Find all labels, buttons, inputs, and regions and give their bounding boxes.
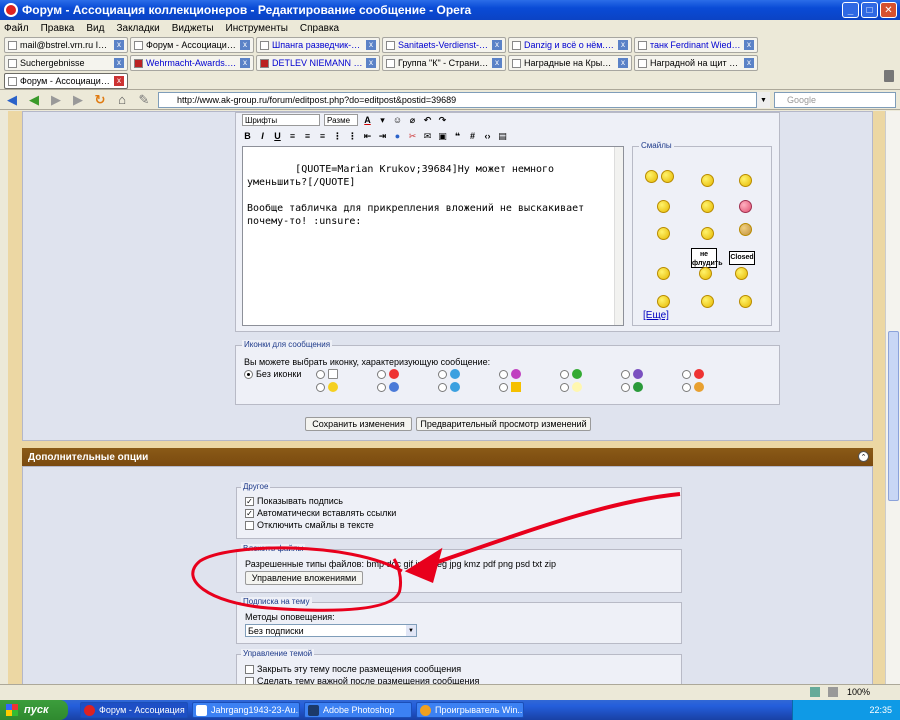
page-icon	[260, 40, 269, 50]
tab-gruppa-k[interactable]: Группа "К" - Страница ... x	[382, 55, 506, 71]
page-icon	[386, 58, 395, 68]
page-icon	[512, 40, 521, 50]
page-icon	[638, 40, 647, 50]
menu-edit[interactable]: Правка	[41, 23, 75, 34]
menu-bar: Файл Правка Вид Закладки Виджеты Инструм…	[0, 20, 900, 36]
page-icon	[386, 40, 395, 50]
task-jahrgang[interactable]: Jahrgang1943-23-Au...	[192, 702, 300, 718]
tab-forum[interactable]: Форум - Ассоциация ко...x	[130, 37, 254, 53]
tab-close-icon[interactable]: x	[618, 40, 628, 50]
flag-icon	[134, 58, 143, 68]
address-url: http://www.ak-group.ru/forum/editpost.ph…	[177, 95, 457, 105]
fast-forward-icon[interactable]: ▶	[70, 92, 86, 108]
tab-close-icon[interactable]: x	[114, 58, 124, 68]
tab-suchergebnisse[interactable]: Suchergebnisse x	[4, 55, 128, 71]
navigation-toolbar: ◀ ◀ ▶ ▶ ↻ ⌂ ✎ http://www.ak-group.ru/for…	[0, 90, 900, 110]
scrollbar-thumb[interactable]	[888, 331, 899, 501]
menu-view[interactable]: Вид	[86, 23, 104, 34]
tab-sanitaets[interactable]: Sanitaets-Verdienst-Kreu...x	[382, 37, 506, 53]
search-input[interactable]: Google	[774, 92, 896, 108]
edit-icon[interactable]: ✎	[136, 92, 152, 108]
menu-help[interactable]: Справка	[300, 23, 339, 34]
zoom-level[interactable]: 100%	[847, 687, 870, 697]
tab-shpanga[interactable]: Шпанга разведчик-наб... x	[256, 37, 380, 53]
back-icon[interactable]: ◀	[4, 92, 20, 108]
tab-close-icon[interactable]: x	[744, 40, 754, 50]
tab-close-icon[interactable]: x	[618, 58, 628, 68]
menu-tools[interactable]: Инструменты	[226, 23, 288, 34]
maximize-button[interactable]: □	[861, 2, 878, 18]
page-icon	[638, 58, 647, 68]
menu-file[interactable]: Файл	[4, 23, 29, 34]
tab-close-icon[interactable]: x	[114, 76, 124, 86]
red-annotation-drawing	[191, 492, 681, 612]
task-photoshop[interactable]: Adobe Photoshop	[304, 702, 412, 718]
forward-icon[interactable]: ▶	[48, 92, 64, 108]
tab-close-icon[interactable]: x	[492, 58, 502, 68]
opera-icon	[4, 3, 18, 17]
page-icon	[134, 40, 143, 50]
tab-detlev-niemann[interactable]: DETLEV NIEMANN Updat...x	[256, 55, 380, 71]
tab-close-icon[interactable]: x	[366, 58, 376, 68]
page-icon	[512, 58, 521, 68]
start-button[interactable]: пуск	[0, 700, 68, 720]
address-bar[interactable]: http://www.ak-group.ru/forum/editpost.ph…	[158, 92, 770, 108]
tab-ferdinant[interactable]: танк Ferdinant Wiedman...x	[634, 37, 758, 53]
minimize-button[interactable]: _	[842, 2, 859, 18]
window-title: Форум - Ассоциация коллекционеров - Реда…	[22, 3, 472, 17]
clock: 22:35	[869, 705, 892, 715]
images-icon[interactable]	[828, 687, 838, 697]
photoshop-icon	[308, 705, 319, 716]
rewind-icon[interactable]: ◀	[26, 92, 42, 108]
system-tray: 22:35	[792, 700, 900, 720]
close-button[interactable]: ✕	[880, 2, 897, 18]
opera-icon	[84, 705, 95, 716]
windows-logo-icon	[6, 704, 18, 716]
chevron-down-icon[interactable]: ▼	[756, 92, 770, 108]
page-viewport: Шрифты Разме A ▾ ☺ ⌀ ↶ ↷ B I U ≡ ≡ ≡ ⋮ ⋮…	[8, 111, 885, 684]
tab-mail[interactable]: mail@bstrel.vrn.ru InBox...x	[4, 37, 128, 53]
tab-bar: mail@bstrel.vrn.ru InBox...x Форум - Асс…	[0, 36, 900, 90]
flag-icon	[260, 58, 269, 68]
tab-close-icon[interactable]: x	[114, 40, 124, 50]
annotation-arrowhead	[404, 547, 443, 584]
task-media-player[interactable]: Проигрыватель Win...	[416, 702, 524, 718]
annotation-circle	[191, 546, 403, 612]
search-placeholder: Google	[787, 95, 817, 105]
reload-icon[interactable]: ↻	[92, 92, 108, 108]
page-icon	[8, 76, 17, 86]
menu-bookmarks[interactable]: Закладки	[116, 23, 159, 34]
window-titlebar[interactable]: Форум - Ассоциация коллекционеров - Реда…	[0, 0, 900, 20]
media-player-icon	[420, 705, 431, 716]
tab-forum-active[interactable]: Форум - Ассоциация ко...x	[4, 73, 128, 89]
tab-nagradnoy-shchit[interactable]: Наградной на щит Дем...x	[634, 55, 758, 71]
tab-close-icon[interactable]: x	[366, 40, 376, 50]
task-opera[interactable]: Форум - Ассоциация ...	[80, 702, 188, 718]
start-label: пуск	[24, 704, 49, 716]
page-icon	[8, 58, 17, 68]
document-icon	[196, 705, 207, 716]
tab-close-icon[interactable]: x	[240, 58, 250, 68]
tab-close-icon[interactable]: x	[240, 40, 250, 50]
status-bar: 100%	[0, 684, 900, 700]
tab-danzig[interactable]: Danzig и всё о нём. - Ст...x	[508, 37, 632, 53]
tab-close-icon[interactable]: x	[492, 40, 502, 50]
tab-nagradnye-krym[interactable]: Наградные на Крым (2...x	[508, 55, 632, 71]
panel-icon[interactable]	[810, 687, 820, 697]
menu-widgets[interactable]: Виджеты	[172, 23, 214, 34]
page-scrollbar[interactable]	[885, 111, 900, 684]
annotation-arrow-line	[425, 492, 681, 568]
mail-icon	[8, 40, 17, 50]
taskbar: пуск Форум - Ассоциация ... Jahrgang1943…	[0, 700, 900, 720]
trash-icon[interactable]	[884, 70, 894, 82]
tab-wehrmacht-awards[interactable]: Wehrmacht-Awards.com x	[130, 55, 254, 71]
home-icon[interactable]: ⌂	[114, 92, 130, 108]
tab-close-icon[interactable]: x	[744, 58, 754, 68]
